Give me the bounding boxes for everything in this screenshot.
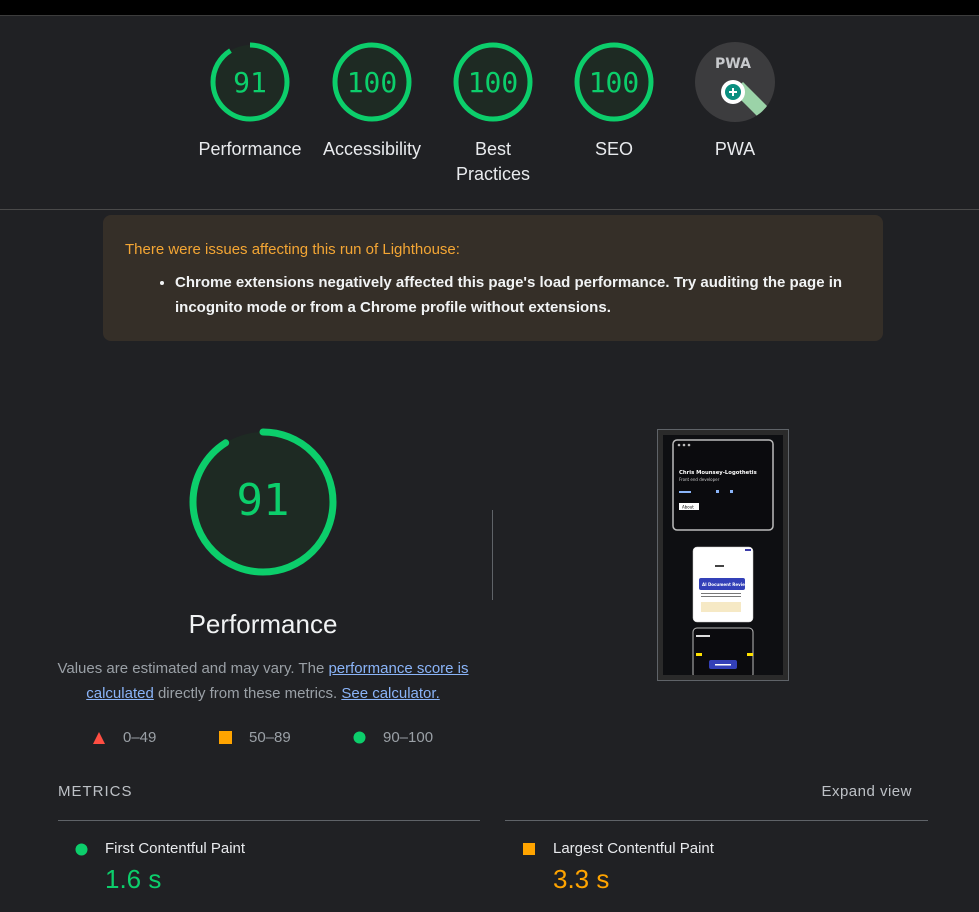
lighthouse-warning: There were issues affecting this run of … bbox=[103, 215, 883, 341]
gauge-ring: 100 bbox=[574, 42, 654, 122]
warning-list: Chrome extensions negatively affected th… bbox=[125, 270, 861, 320]
svg-text:PWA: PWA bbox=[715, 56, 751, 72]
metric-value: 3.3 s bbox=[553, 864, 610, 894]
square-icon bbox=[219, 731, 232, 744]
pwa-badge-icon: PWA bbox=[695, 42, 775, 122]
svg-text:Chris Mounsey-Logothetis: Chris Mounsey-Logothetis bbox=[679, 470, 757, 476]
svg-text:Front end developer: Front end developer bbox=[679, 477, 720, 482]
gauge-accessibility[interactable]: 100 Accessibility bbox=[317, 40, 427, 162]
metric-name: Largest Contentful Paint bbox=[553, 840, 714, 857]
gauge-label: SEO bbox=[594, 139, 633, 159]
legend-average: 50–89 bbox=[219, 729, 291, 746]
legend-fail: 0–49 bbox=[92, 729, 156, 746]
gauge-ring: 100 bbox=[332, 42, 412, 122]
warning-title: There were issues affecting this run of … bbox=[125, 241, 460, 258]
gauge-ring: 100 bbox=[453, 42, 533, 122]
square-icon bbox=[523, 843, 535, 855]
metrics-divider bbox=[58, 820, 480, 821]
page-screenshot-thumbnail[interactable]: Chris Mounsey-Logothetis Front end devel… bbox=[657, 429, 789, 681]
circle-icon bbox=[353, 731, 366, 744]
metric-name: First Contentful Paint bbox=[105, 840, 246, 857]
legend-pass: 90–100 bbox=[353, 729, 433, 746]
metrics-header: METRICS Expand view bbox=[58, 783, 912, 803]
gauge-seo[interactable]: 100 SEO bbox=[559, 40, 669, 162]
gauge-pwa[interactable]: PWA PWA bbox=[680, 40, 790, 162]
gauge-label: Best Practices bbox=[455, 139, 531, 184]
performance-description: Values are estimated and may vary. The p… bbox=[56, 656, 470, 706]
gauge-label: PWA bbox=[714, 139, 756, 159]
performance-title: Performance bbox=[188, 609, 338, 639]
legend-range: 90–100 bbox=[383, 729, 434, 746]
gauge-best-practices[interactable]: 100 Best Practices bbox=[438, 40, 548, 187]
gauge-label: Accessibility bbox=[322, 139, 422, 159]
svg-text:About: About bbox=[682, 505, 694, 510]
legend-range: 50–89 bbox=[249, 729, 291, 746]
performance-gauge: 91 bbox=[188, 427, 338, 582]
circle-icon bbox=[75, 843, 88, 856]
gauge-score: 100 bbox=[468, 66, 519, 99]
triangle-icon bbox=[93, 731, 105, 744]
gauge-score: 100 bbox=[589, 66, 640, 99]
performance-score: 91 bbox=[237, 475, 290, 526]
vertical-divider bbox=[492, 510, 493, 600]
legend-range: 0–49 bbox=[123, 729, 157, 746]
svg-text:AI Document Review: AI Document Review bbox=[702, 582, 749, 587]
gauge-score: 100 bbox=[347, 66, 398, 99]
gauge-score: 91 bbox=[233, 66, 267, 99]
gauge-label: Performance bbox=[198, 139, 302, 159]
desc-text: Values are estimated and may vary. The bbox=[57, 660, 329, 677]
screenshot-drawing: Chris Mounsey-Logothetis Front end devel… bbox=[672, 439, 774, 675]
warning-item: Chrome extensions negatively affected th… bbox=[175, 270, 861, 320]
screenshot-image: Chris Mounsey-Logothetis Front end devel… bbox=[663, 435, 783, 675]
desc-text: directly from these metrics. bbox=[153, 685, 342, 702]
metric-value: 1.6 s bbox=[105, 864, 162, 894]
gauge-performance[interactable]: 91 Performance bbox=[195, 40, 305, 162]
see-calculator-link[interactable]: See calculator. bbox=[341, 685, 439, 702]
score-gauges: 91 Performance 100 Accessibility 100 Bes… bbox=[0, 16, 979, 210]
performance-ring: 91 bbox=[189, 428, 337, 576]
metrics-title: METRICS bbox=[58, 783, 133, 800]
metrics-divider bbox=[505, 820, 928, 821]
top-bar bbox=[0, 0, 979, 16]
expand-view-button[interactable]: Expand view bbox=[821, 783, 912, 800]
gauge-ring: 91 bbox=[210, 42, 290, 122]
